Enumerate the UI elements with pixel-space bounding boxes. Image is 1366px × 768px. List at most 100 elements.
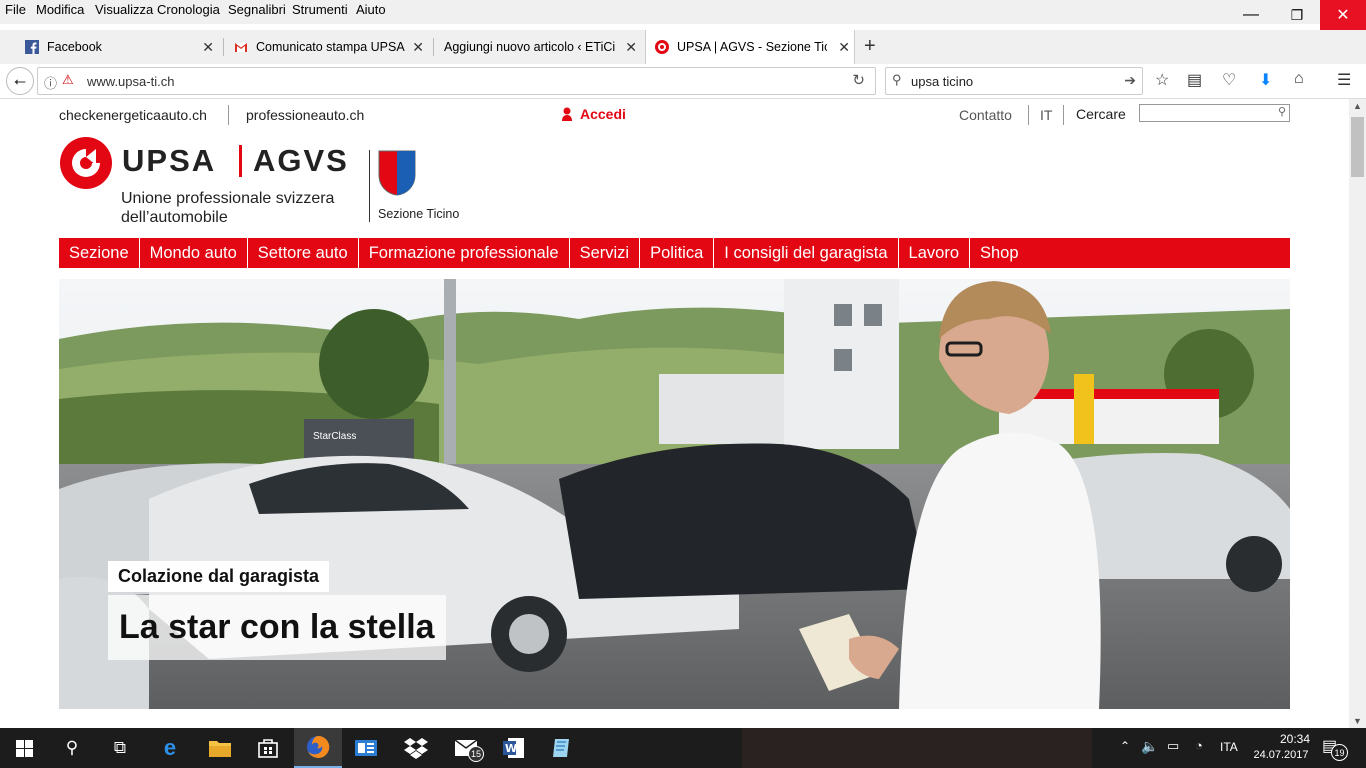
close-tab-icon[interactable]: ✕ [838, 39, 850, 56]
hero-kicker: Colazione dal garagista [118, 566, 320, 586]
url-text[interactable]: www.upsa-ti.ch [87, 74, 174, 89]
menu-strumenti[interactable]: Strumenti [292, 2, 348, 17]
close-tab-icon[interactable]: ✕ [202, 39, 214, 56]
show-hidden-icons[interactable]: ⌃ [1120, 739, 1130, 753]
search-text[interactable]: upsa ticino [911, 74, 973, 89]
firefox-taskbar-icon[interactable] [294, 728, 342, 768]
hero-banner[interactable]: StarClass Colazione dal garagista La sta… [59, 279, 1290, 709]
brand-divider [239, 145, 242, 177]
outlook-icon[interactable] [342, 728, 390, 768]
download-icon[interactable]: ⬇ [1259, 70, 1272, 90]
scroll-up-arrow-icon[interactable]: ▲ [1353, 101, 1362, 111]
back-button[interactable]: ⭠ [6, 67, 34, 95]
link-checkenergetica[interactable]: checkenergeticaauto.ch [59, 107, 207, 123]
close-window-button[interactable]: ✕ [1320, 0, 1366, 30]
tab-comunicato[interactable]: Comunicato stampa UPSA T ✕ [226, 30, 428, 64]
hamburger-menu-icon[interactable]: ☰ [1337, 70, 1351, 90]
nav-servizi[interactable]: Servizi [570, 238, 641, 268]
menu-cronologia[interactable]: Cronologia [157, 2, 220, 17]
menu-modifica[interactable]: Modifica [36, 2, 84, 17]
tab-bar: Facebook ✕ Comunicato stampa UPSA T ✕ Ag… [0, 30, 1366, 64]
search-bar[interactable]: ⚲ upsa ticino ➔ [885, 67, 1143, 95]
windows-taskbar: ⚲ ⧉ e 15 W ⌃ 🔈 ▭ ◔ ITA 20:34 24.07.2017 … [0, 728, 1366, 768]
taskbar-peek-area [742, 728, 1092, 768]
clock-date[interactable]: 24.07.2017 [1252, 749, 1310, 761]
tab-facebook[interactable]: Facebook ✕ [18, 30, 218, 64]
action-center-icon[interactable]: ▤ 19 [1322, 736, 1352, 761]
web-page: checkenergeticaauto.ch professioneauto.c… [0, 99, 1349, 728]
site-search-icon[interactable]: ⚲ [1278, 105, 1286, 118]
start-button[interactable] [0, 728, 48, 768]
dropbox-icon[interactable] [392, 728, 440, 768]
mail-badge: 15 [468, 746, 484, 762]
scrollbar-thumb[interactable] [1351, 117, 1364, 177]
nav-politica[interactable]: Politica [640, 238, 715, 268]
nav-sezione[interactable]: Sezione [59, 238, 140, 268]
upsa-logo-icon [60, 137, 112, 189]
battery-icon[interactable]: ▭ [1167, 738, 1179, 754]
menu-aiuto[interactable]: Aiuto [356, 2, 386, 17]
scroll-down-arrow-icon[interactable]: ▼ [1353, 716, 1362, 726]
menu-visualizza[interactable]: Visualizza [95, 2, 153, 17]
search-go-icon[interactable]: ➔ [1124, 72, 1136, 89]
svg-text:W: W [505, 742, 517, 755]
url-bar[interactable]: ⓘ ⚠ www.upsa-ti.ch ↻ [37, 67, 876, 95]
reading-list-icon[interactable]: ▤ [1187, 70, 1202, 90]
nav-shop[interactable]: Shop [970, 238, 1029, 268]
menu-segnalibri[interactable]: Segnalibri [228, 2, 286, 17]
nav-lavoro[interactable]: Lavoro [899, 238, 970, 268]
nav-mondo-auto[interactable]: Mondo auto [140, 238, 248, 268]
info-icon[interactable]: ⓘ [44, 73, 57, 92]
brand-agvs: AGVS [253, 143, 349, 178]
hero-headline[interactable]: La star con la stella [119, 608, 435, 647]
wifi-icon[interactable]: ◔ [1195, 738, 1203, 753]
nav-settore-auto[interactable]: Settore auto [248, 238, 359, 268]
pocket-icon[interactable]: ♡ [1222, 70, 1236, 90]
notes-app-icon[interactable] [538, 728, 586, 768]
tab-divider [223, 38, 224, 56]
menu-bar: File Modifica Visualizza Cronologia Segn… [0, 0, 1366, 24]
volume-icon[interactable]: 🔈 [1141, 738, 1158, 755]
close-tab-icon[interactable]: ✕ [412, 39, 424, 56]
nav-formazione-professionale[interactable]: Formazione professionale [359, 238, 570, 268]
tab-label: UPSA | AGVS - Sezione Ticino [677, 40, 827, 54]
search-taskbar-icon[interactable]: ⚲ [48, 728, 96, 768]
edge-icon[interactable]: e [146, 728, 194, 768]
new-tab-button[interactable]: + [864, 35, 876, 58]
restore-button[interactable]: ❐ [1274, 0, 1320, 30]
user-icon [562, 107, 572, 121]
file-explorer-icon[interactable] [196, 728, 244, 768]
tagline-line-1: Unione professionale svizzera [121, 190, 335, 207]
notification-badge: 19 [1331, 744, 1348, 761]
site-search-input[interactable]: ⚲ [1139, 104, 1290, 122]
minimize-button[interactable]: — [1228, 0, 1274, 30]
divider [1028, 105, 1029, 125]
nav-consigli-garagista[interactable]: I consigli del garagista [714, 238, 899, 268]
main-navigation: Sezione Mondo auto Settore auto Formazio… [59, 238, 1290, 268]
tab-upsa[interactable]: UPSA | AGVS - Sezione Ticino ✕ [645, 30, 855, 64]
tab-aggiungi[interactable]: Aggiungi nuovo articolo ‹ ETiCin ✕ [436, 30, 641, 64]
site-logo[interactable]: UPSA AGVS Unione professionale svizzera … [59, 135, 479, 230]
menu-file[interactable]: File [5, 2, 26, 17]
divider [1063, 105, 1064, 125]
language-indicator[interactable]: ITA [1220, 740, 1238, 754]
task-view-icon[interactable]: ⧉ [96, 728, 144, 768]
link-professioneauto[interactable]: professioneauto.ch [246, 107, 364, 123]
reload-icon[interactable]: ↻ [852, 71, 865, 89]
mail-icon[interactable]: 15 [442, 728, 490, 768]
clock-time[interactable]: 20:34 [1266, 732, 1324, 746]
page-scrollbar[interactable]: ▲ ▼ [1349, 99, 1366, 728]
login-link[interactable]: Accedi [562, 106, 626, 122]
word-icon[interactable]: W [490, 728, 538, 768]
store-icon[interactable] [244, 728, 292, 768]
divider [228, 105, 229, 125]
tab-label: Facebook [47, 40, 102, 54]
section-label: Sezione Ticino [378, 207, 460, 221]
tab-label: Aggiungi nuovo articolo ‹ ETiCin [444, 40, 616, 54]
insecure-lock-icon[interactable]: ⚠ [62, 72, 74, 88]
bookmark-star-icon[interactable]: ☆ [1155, 70, 1169, 90]
link-language-it[interactable]: IT [1040, 107, 1052, 123]
home-icon[interactable]: ⌂ [1294, 70, 1304, 88]
link-contatto[interactable]: Contatto [959, 107, 1012, 123]
close-tab-icon[interactable]: ✕ [625, 39, 637, 56]
